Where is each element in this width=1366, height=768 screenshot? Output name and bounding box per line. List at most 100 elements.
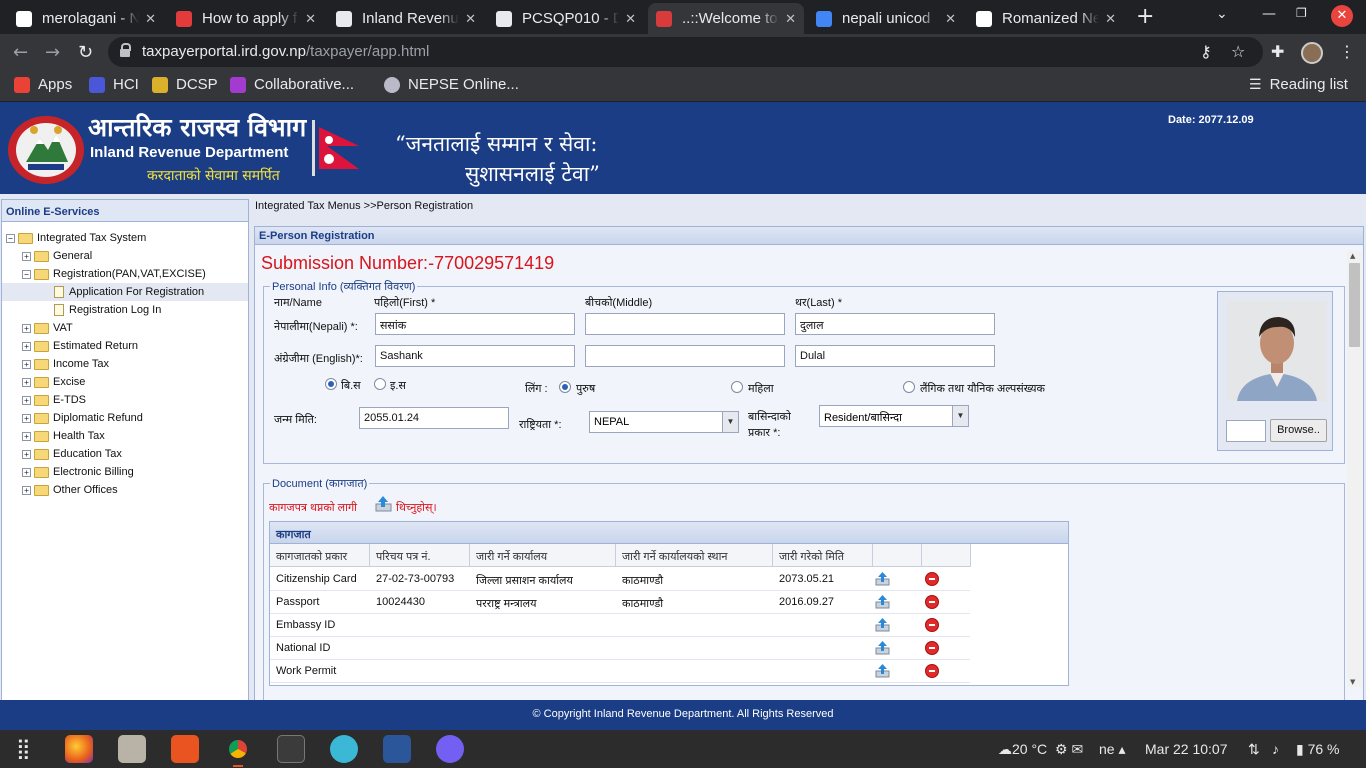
middle-name-nepali-input[interactable] <box>585 313 785 335</box>
browser-tab[interactable]: PCSQP010 - D ✕ <box>488 3 644 34</box>
files-icon[interactable] <box>118 735 146 763</box>
battery-indicator[interactable]: ▮ 76 % <box>1296 741 1340 758</box>
sidebar-item[interactable]: Application For Registration <box>2 283 248 301</box>
last-name-english-input[interactable]: Dulal <box>795 345 995 367</box>
bookmark-star-icon[interactable]: ☆ <box>1231 42 1245 61</box>
bookmark-item[interactable]: DCSP <box>152 76 218 93</box>
tab-close-icon[interactable]: ✕ <box>145 11 156 27</box>
forward-button[interactable]: → <box>45 42 60 63</box>
dob-input[interactable]: 2055.01.24 <box>359 407 509 429</box>
upload-icon[interactable] <box>875 571 890 586</box>
tab-close-icon[interactable]: ✕ <box>625 11 636 27</box>
tab-close-icon[interactable]: ✕ <box>465 11 476 27</box>
sidebar-item[interactable]: + VAT <box>2 319 248 337</box>
expand-icon[interactable]: + <box>22 377 31 387</box>
tab-search-icon[interactable]: ⌄ <box>1216 6 1228 22</box>
panel-scrollbar[interactable]: ▲ ▼ <box>1347 251 1362 687</box>
address-bar[interactable]: taxpayerportal.ird.gov.np/taxpayer/app.h… <box>108 37 1263 67</box>
expand-icon[interactable]: + <box>22 323 31 333</box>
network-icon[interactable]: ⇅ <box>1248 741 1260 758</box>
browser-tab[interactable]: Inland Revenu ✕ <box>328 3 484 34</box>
tab-close-icon[interactable]: ✕ <box>1105 11 1116 27</box>
first-name-nepali-input[interactable]: ससांक <box>375 313 575 335</box>
viber-icon[interactable] <box>436 735 464 763</box>
maximize-button[interactable]: ❐ <box>1296 6 1307 20</box>
sidebar-item[interactable]: Registration Log In <box>2 301 248 319</box>
delete-icon[interactable] <box>925 641 939 655</box>
minimize-button[interactable]: — <box>1262 6 1276 22</box>
expand-icon[interactable]: + <box>22 467 31 477</box>
new-tab-button[interactable]: + <box>1136 4 1154 29</box>
expand-icon[interactable]: + <box>22 449 31 459</box>
close-window-button[interactable]: ✕ <box>1331 5 1353 27</box>
last-name-nepali-input[interactable]: दुलाल <box>795 313 995 335</box>
nationality-select[interactable]: NEPAL ▼ <box>589 411 739 433</box>
collapse-icon[interactable]: − <box>22 269 31 279</box>
collapse-icon[interactable]: − <box>6 233 15 243</box>
photo-file-input[interactable] <box>1226 420 1266 442</box>
weather-indicator[interactable]: ☁20 °C <box>998 741 1047 758</box>
delete-icon[interactable] <box>925 572 939 586</box>
sidebar-item[interactable]: + Excise <box>2 373 248 391</box>
browser-tab[interactable]: merolagani - N ✕ <box>8 3 164 34</box>
sidebar-item[interactable]: + Diplomatic Refund <box>2 409 248 427</box>
browser-tab[interactable]: nepali unicod ✕ <box>808 3 964 34</box>
sidebar-item[interactable]: + Other Offices <box>2 481 248 499</box>
delete-icon[interactable] <box>925 595 939 609</box>
reload-button[interactable]: ↻ <box>78 42 93 63</box>
terminal-icon[interactable] <box>277 735 305 763</box>
resident-type-select[interactable]: Resident/बासिन्दा ▼ <box>819 405 969 427</box>
sidebar-item[interactable]: + E-TDS <box>2 391 248 409</box>
gender-male-radio[interactable] <box>559 381 571 393</box>
calendar-ad-radio[interactable] <box>374 378 386 390</box>
chrome-icon[interactable] <box>224 735 252 763</box>
delete-icon[interactable] <box>925 618 939 632</box>
browse-button[interactable]: Browse.. <box>1270 419 1327 442</box>
software-center-icon[interactable] <box>171 735 199 763</box>
bookmark-item[interactable]: Collaborative... <box>230 76 354 93</box>
word-icon[interactable] <box>383 735 411 763</box>
browser-tab[interactable]: Romanized Ne ✕ <box>968 3 1124 34</box>
volume-icon[interactable]: ♪ <box>1272 741 1279 757</box>
sidebar-item[interactable]: − Integrated Tax System <box>2 229 248 247</box>
bookmark-item[interactable]: Apps <box>14 76 72 93</box>
upload-icon[interactable] <box>375 495 392 512</box>
language-indicator[interactable]: ne ▴ <box>1099 741 1126 758</box>
expand-icon[interactable]: + <box>22 395 31 405</box>
sidebar-item[interactable]: + General <box>2 247 248 265</box>
profile-avatar[interactable] <box>1301 42 1323 64</box>
bookmark-item[interactable]: HCI <box>89 76 139 93</box>
sidebar-item[interactable]: + Income Tax <box>2 355 248 373</box>
expand-icon[interactable]: + <box>22 413 31 423</box>
expand-icon[interactable]: + <box>22 359 31 369</box>
middle-name-english-input[interactable] <box>585 345 785 367</box>
upload-icon[interactable] <box>875 617 890 632</box>
upload-link[interactable]: थिच्नुहोस्। <box>396 500 437 515</box>
calendar-bs-radio[interactable] <box>325 378 337 390</box>
app-grid-icon[interactable]: ⣿ <box>16 736 31 761</box>
upload-icon[interactable] <box>875 640 890 655</box>
sidebar-item[interactable]: + Health Tax <box>2 427 248 445</box>
sidebar-item[interactable]: + Estimated Return <box>2 337 248 355</box>
expand-icon[interactable]: + <box>22 431 31 441</box>
browser-tab[interactable]: ..::Welcome to ✕ <box>648 3 804 34</box>
extensions-icon[interactable]: ✚ <box>1271 42 1284 61</box>
clock[interactable]: Mar 22 10:07 <box>1145 741 1228 757</box>
scrollbar-thumb[interactable] <box>1349 263 1360 347</box>
firefox-icon[interactable] <box>65 735 93 763</box>
back-button[interactable]: ← <box>13 42 28 63</box>
sidebar-item[interactable]: − Registration(PAN,VAT,EXCISE) <box>2 265 248 283</box>
tab-close-icon[interactable]: ✕ <box>945 11 956 27</box>
gender-other-radio[interactable] <box>903 381 915 393</box>
bookmark-item[interactable]: NEPSE Online... <box>384 76 519 93</box>
expand-icon[interactable]: + <box>22 341 31 351</box>
sidebar-item[interactable]: + Education Tax <box>2 445 248 463</box>
expand-icon[interactable]: + <box>22 485 31 495</box>
first-name-english-input[interactable]: Sashank <box>375 345 575 367</box>
reading-list-button[interactable]: ☰ Reading list <box>1249 76 1348 93</box>
tray-icons[interactable]: ⚙ ✉ <box>1055 741 1083 758</box>
upload-icon[interactable] <box>875 663 890 678</box>
browser-tab[interactable]: How to apply f ✕ <box>168 3 324 34</box>
upload-icon[interactable] <box>875 594 890 609</box>
tab-close-icon[interactable]: ✕ <box>305 11 316 27</box>
